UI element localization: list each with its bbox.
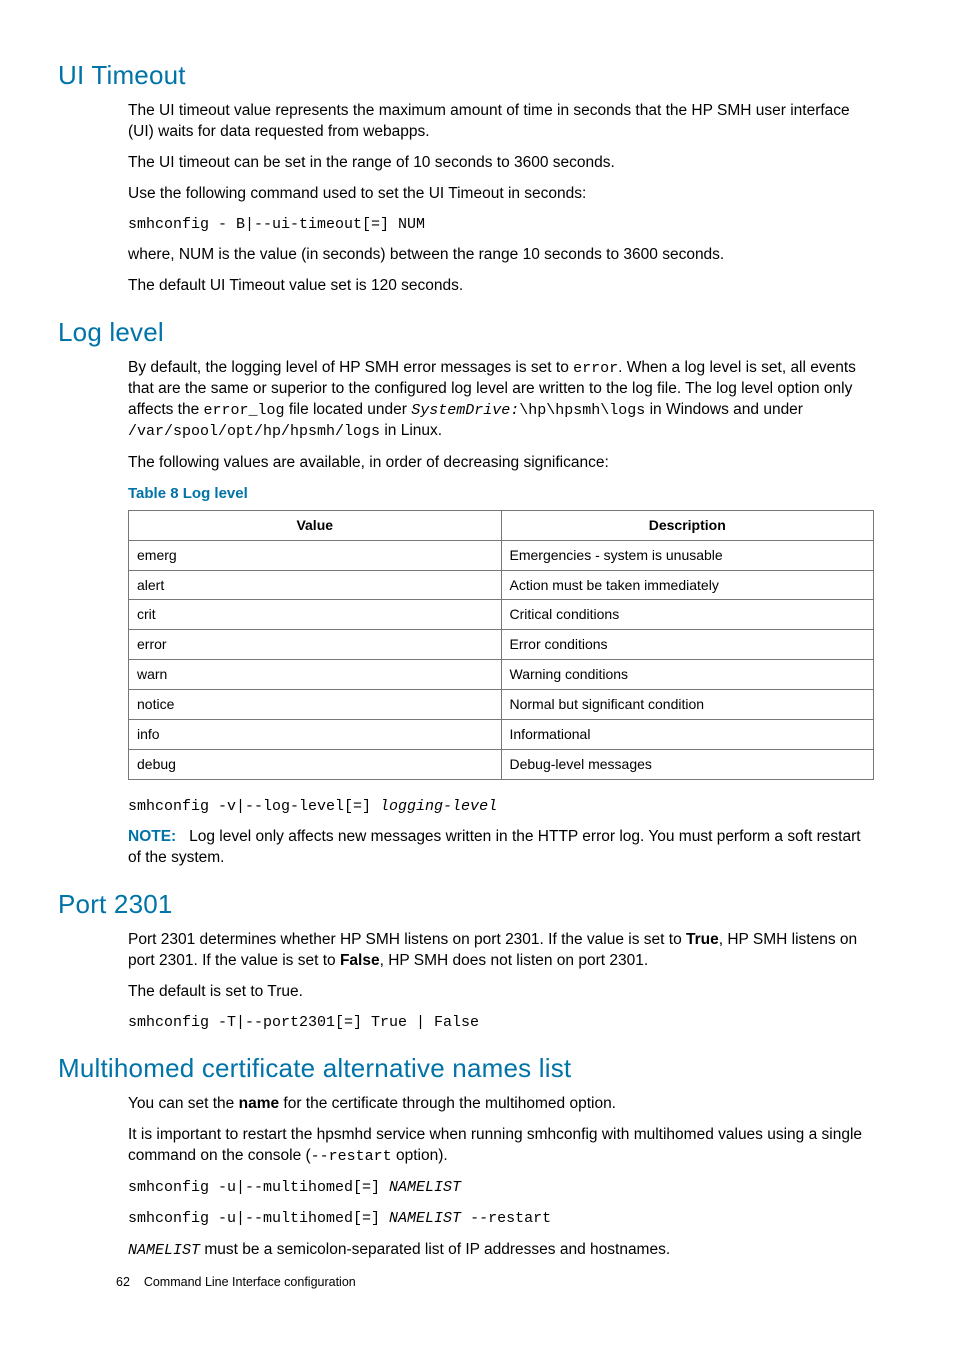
- bold-text: False: [340, 952, 380, 969]
- paragraph: You can set the name for the certificate…: [128, 1094, 874, 1115]
- text: option).: [392, 1147, 448, 1164]
- table-row: errorError conditions: [129, 630, 874, 660]
- text: , HP SMH does not listen on port 2301.: [380, 952, 649, 969]
- text: By default, the logging level of HP SMH …: [128, 359, 573, 376]
- heading-port-2301: Port 2301: [58, 887, 874, 922]
- inline-code: error_log: [204, 402, 285, 419]
- cell-value: info: [129, 720, 502, 750]
- table-log-level: Value Description emergEmergencies - sys…: [128, 510, 874, 780]
- paragraph: The UI timeout can be set in the range o…: [128, 153, 874, 174]
- paragraph: The default UI Timeout value set is 120 …: [128, 276, 874, 297]
- table-row: noticeNormal but significant condition: [129, 690, 874, 720]
- table-caption: Table 8 Log level: [128, 484, 874, 504]
- section-log-level: By default, the logging level of HP SMH …: [128, 358, 874, 869]
- cell-description: Warning conditions: [501, 660, 874, 690]
- table-row: alertAction must be taken immediately: [129, 570, 874, 600]
- table-row: infoInformational: [129, 720, 874, 750]
- inline-code: smhconfig -v|--log-level[=]: [128, 798, 380, 815]
- bold-text: True: [686, 931, 719, 948]
- heading-ui-timeout: UI Timeout: [58, 58, 874, 93]
- cell-value: crit: [129, 600, 502, 630]
- cell-description: Normal but significant condition: [501, 690, 874, 720]
- cell-description: Emergencies - system is unusable: [501, 540, 874, 570]
- code-line: smhconfig -u|--multihomed[=] NAMELIST: [128, 1177, 874, 1198]
- paragraph: NAMELIST must be a semicolon-separated l…: [128, 1240, 874, 1261]
- text: You can set the: [128, 1095, 239, 1112]
- inline-code: smhconfig -u|--multihomed[=]: [128, 1210, 389, 1227]
- note-text: Log level only affects new messages writ…: [128, 828, 861, 866]
- note-label: NOTE:: [128, 828, 176, 845]
- text: Port 2301 determines whether HP SMH list…: [128, 931, 686, 948]
- code-line: smhconfig -T|--port2301[=] True | False: [128, 1013, 874, 1033]
- table-row: warnWarning conditions: [129, 660, 874, 690]
- cell-value: warn: [129, 660, 502, 690]
- table-header-description: Description: [501, 510, 874, 540]
- cell-value: emerg: [129, 540, 502, 570]
- text: It is important to restart the hpsmhd se…: [128, 1126, 862, 1164]
- cell-description: Error conditions: [501, 630, 874, 660]
- cell-description: Action must be taken immediately: [501, 570, 874, 600]
- note: NOTE: Log level only affects new message…: [128, 827, 874, 869]
- table-row: emergEmergencies - system is unusable: [129, 540, 874, 570]
- code-line: smhconfig -u|--multihomed[=] NAMELIST --…: [128, 1208, 874, 1229]
- code-line: smhconfig -v|--log-level[=] logging-leve…: [128, 796, 874, 817]
- code-line: smhconfig - B|--ui-timeout[=] NUM: [128, 215, 874, 235]
- paragraph: where, NUM is the value (in seconds) bet…: [128, 245, 874, 266]
- inline-code: /var/spool/opt/hp/hpsmh/logs: [128, 423, 380, 440]
- cell-description: Debug-level messages: [501, 749, 874, 779]
- text: file located under: [285, 401, 412, 418]
- page-footer: 62 Command Line Interface configuration: [116, 1274, 356, 1291]
- cell-value: alert: [129, 570, 502, 600]
- inline-code: --restart: [461, 1210, 551, 1227]
- paragraph: Use the following command used to set th…: [128, 184, 874, 205]
- section-ui-timeout: The UI timeout value represents the maxi…: [128, 101, 874, 297]
- inline-code: \hp\hpsmh\logs: [519, 402, 645, 419]
- cell-value: error: [129, 630, 502, 660]
- text: in Linux.: [380, 422, 442, 439]
- section-port-2301: Port 2301 determines whether HP SMH list…: [128, 930, 874, 1033]
- page-number: 62: [116, 1275, 130, 1289]
- inline-code: smhconfig -u|--multihomed[=]: [128, 1179, 389, 1196]
- paragraph: By default, the logging level of HP SMH …: [128, 358, 874, 443]
- section-multihomed: You can set the name for the certificate…: [128, 1094, 874, 1261]
- cell-value: debug: [129, 749, 502, 779]
- text: for the certificate through the multihom…: [279, 1095, 616, 1112]
- paragraph: Port 2301 determines whether HP SMH list…: [128, 930, 874, 972]
- paragraph: The default is set to True.: [128, 982, 874, 1003]
- heading-log-level: Log level: [58, 315, 874, 350]
- cell-description: Critical conditions: [501, 600, 874, 630]
- cell-description: Informational: [501, 720, 874, 750]
- table-row: critCritical conditions: [129, 600, 874, 630]
- inline-code: --restart: [311, 1148, 392, 1165]
- inline-code-italic: NAMELIST: [128, 1242, 200, 1259]
- chapter-title: Command Line Interface configuration: [144, 1275, 356, 1289]
- paragraph: The following values are available, in o…: [128, 453, 874, 474]
- cell-value: notice: [129, 690, 502, 720]
- inline-code-italic: SystemDrive:: [411, 402, 519, 419]
- table-row: debugDebug-level messages: [129, 749, 874, 779]
- table-header-value: Value: [129, 510, 502, 540]
- bold-text: name: [239, 1095, 280, 1112]
- inline-code-italic: NAMELIST: [389, 1210, 461, 1227]
- paragraph: It is important to restart the hpsmhd se…: [128, 1125, 874, 1167]
- text: in Windows and under: [645, 401, 803, 418]
- heading-multihomed: Multihomed certificate alternative names…: [58, 1051, 874, 1086]
- inline-code: error: [573, 360, 618, 377]
- paragraph: The UI timeout value represents the maxi…: [128, 101, 874, 143]
- text: must be a semicolon-separated list of IP…: [200, 1241, 670, 1258]
- inline-code-italic: logging-level: [380, 798, 497, 815]
- inline-code-italic: NAMELIST: [389, 1179, 461, 1196]
